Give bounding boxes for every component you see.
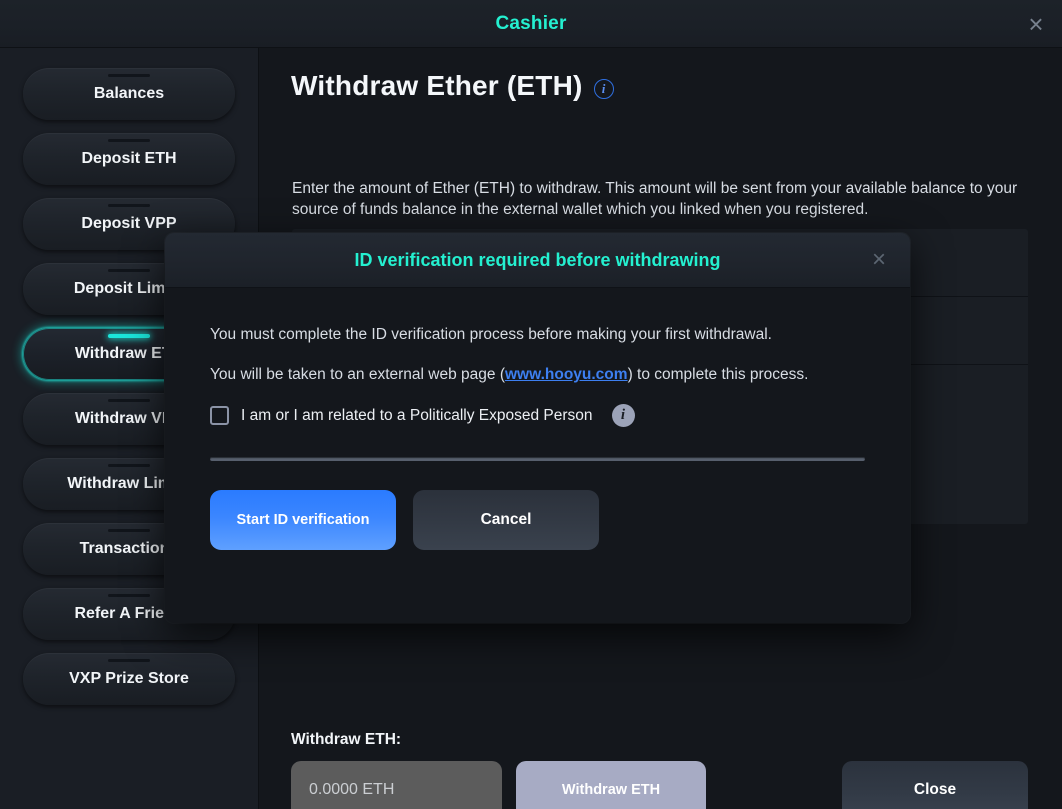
sidebar-item-balances[interactable]: Balances [23, 68, 235, 120]
modal-paragraph-2: You will be taken to an external web pag… [210, 364, 850, 385]
modal-close-icon[interactable]: × [860, 241, 898, 279]
sidebar-item-label: VXP Prize Store [69, 670, 189, 687]
hooyu-link[interactable]: www.hooyu.com [505, 366, 628, 383]
sidebar-item-deposit-eth[interactable]: Deposit ETH [23, 133, 235, 185]
sidebar-item-label: Transactions [79, 540, 179, 557]
withdraw-amount-input[interactable] [291, 761, 502, 809]
modal-paragraph-2-prefix: You will be taken to an external web pag… [210, 366, 505, 383]
nav-dash-icon [108, 74, 150, 77]
modal-title: ID verification required before withdraw… [354, 250, 721, 270]
nav-dash-icon [108, 464, 150, 467]
modal-paragraph-2-suffix: ) to complete this process. [627, 366, 809, 383]
modal-paragraph-1: You must complete the ID verification pr… [210, 326, 772, 343]
pep-row: I am or I am related to a Politically Ex… [210, 404, 865, 427]
page-title: Withdraw Ether (ETH) [291, 70, 583, 101]
id-verification-modal: ID verification required before withdraw… [165, 233, 910, 623]
withdraw-amount-label: Withdraw ETH: [291, 731, 402, 748]
nav-dash-icon [108, 334, 150, 338]
nav-dash-icon [108, 529, 150, 532]
nav-dash-icon [108, 139, 150, 142]
modal-body: You must complete the ID verification pr… [165, 288, 910, 550]
sidebar-item-label: Balances [93, 85, 165, 102]
close-icon[interactable]: × [1016, 4, 1056, 44]
withdraw-eth-button[interactable]: Withdraw ETH [516, 761, 706, 809]
pep-checkbox[interactable] [210, 406, 229, 425]
nav-dash-icon [108, 204, 150, 207]
intro-text: Enter the amount of Ether (ETH) to withd… [292, 180, 1018, 218]
modal-actions: Start ID verification Cancel [210, 490, 865, 550]
sidebar-item-label: Deposit VPP [81, 215, 177, 232]
info-circle-filled-icon[interactable]: i [611, 404, 635, 427]
pep-checkbox-label: I am or I am related to a Politically Ex… [241, 406, 593, 424]
nav-dash-icon [108, 659, 150, 662]
close-button[interactable]: Close [842, 761, 1028, 809]
nav-dash-icon [108, 269, 150, 272]
sidebar-item-vxp-prize-store[interactable]: VXP Prize Store [23, 653, 235, 705]
nav-dash-icon [108, 399, 150, 402]
info-circle-icon[interactable]: i [593, 79, 614, 99]
window-titlebar: Cashier × [0, 0, 1062, 48]
start-id-verification-button[interactable]: Start ID verification [210, 490, 396, 550]
window-title: Cashier [495, 13, 567, 34]
sidebar-item-label: Deposit ETH [81, 150, 177, 167]
nav-dash-icon [108, 594, 150, 597]
cashier-window: Cashier × Balances Deposit ETH Deposit V… [0, 0, 1062, 809]
cancel-button[interactable]: Cancel [413, 490, 599, 550]
modal-divider [210, 457, 865, 461]
modal-header: ID verification required before withdraw… [165, 233, 910, 288]
page-title-row: Withdraw Ether (ETH) i [291, 70, 614, 102]
